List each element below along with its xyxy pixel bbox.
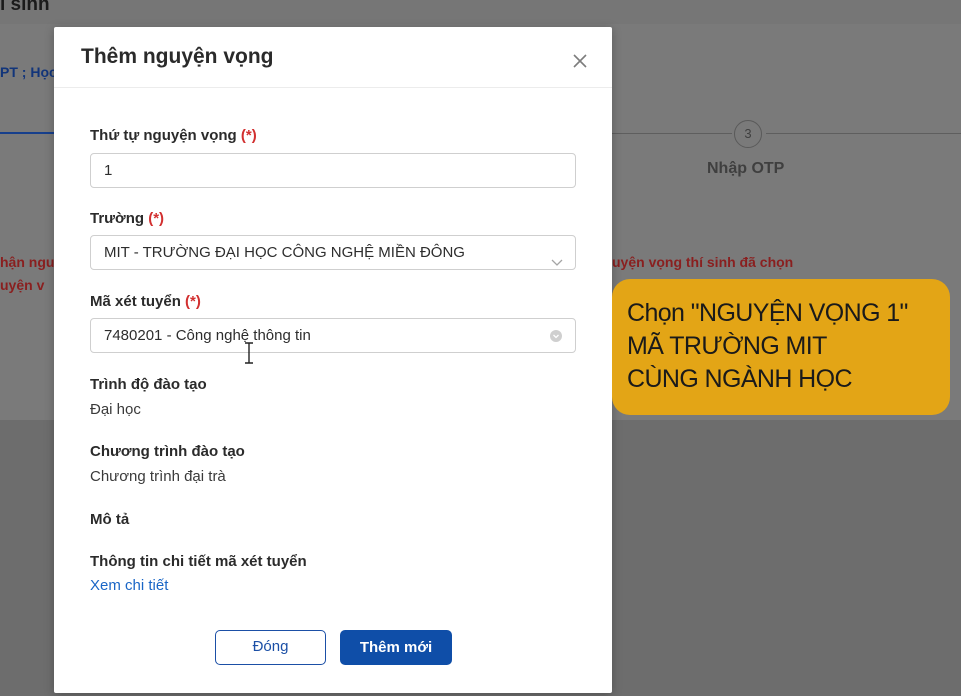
instruction-callout: Chọn "NGUYỆN VỌNG 1" MÃ TRƯỜNG MIT CÙNG … <box>612 279 950 415</box>
required-mark: (*) <box>185 293 201 310</box>
background-warning-text: uyện vọng thí sinh đã chọn <box>612 254 794 270</box>
background-warning-text: hận ngu <box>0 254 55 270</box>
admission-code-field-label: Mã xét tuyển (*) <box>90 293 201 310</box>
stepper-step-label: Nhập OTP <box>707 160 785 177</box>
required-mark: (*) <box>240 127 257 144</box>
add-preference-dialog: Thêm nguyện vọng Thứ tự nguyện vọng (*) … <box>54 27 612 693</box>
close-icon[interactable] <box>568 49 592 73</box>
program-label: Chương trình đào tạo <box>90 443 245 460</box>
training-level-value: Đại học <box>90 401 141 418</box>
view-details-link[interactable]: Xem chi tiết <box>90 577 168 594</box>
background-header <box>0 0 961 24</box>
required-mark: (*) <box>148 210 165 227</box>
background-breadcrumb: PT ; Học <box>0 64 57 80</box>
order-input[interactable]: 1 <box>90 153 576 188</box>
text-cursor-icon <box>244 342 254 369</box>
dialog-header: Thêm nguyện vọng <box>54 27 612 88</box>
order-field-label: Thứ tự nguyện vọng (*) <box>90 127 257 144</box>
school-label-text: Trường <box>90 210 145 227</box>
add-new-button[interactable]: Thêm mới <box>340 630 452 665</box>
admission-code-select[interactable]: 7480201 - Công nghệ thông tin <box>90 318 576 353</box>
background-warning-text: uyện v <box>0 277 45 293</box>
chevron-down-icon[interactable] <box>551 247 563 280</box>
callout-line: CÙNG NGÀNH HỌC <box>627 365 853 393</box>
admission-code-select-value: 7480201 - Công nghệ thông tin <box>104 327 311 344</box>
stepper-progress-line <box>0 132 56 134</box>
dialog-title: Thêm nguyện vọng <box>81 45 274 68</box>
school-field-label: Trường (*) <box>90 210 164 227</box>
dropdown-icon[interactable] <box>550 330 562 342</box>
admission-code-label-text: Mã xét tuyển <box>90 293 181 310</box>
stepper-step-number: 3 <box>734 120 762 148</box>
stepper-line <box>766 133 961 134</box>
stepper-line <box>612 133 732 134</box>
description-label: Mô tả <box>90 511 130 528</box>
program-value: Chương trình đại trà <box>90 468 226 485</box>
order-input-value: 1 <box>104 162 113 179</box>
callout-line: MÃ TRƯỜNG MIT <box>627 332 827 360</box>
order-label-text: Thứ tự nguyện vọng <box>90 127 237 144</box>
callout-line: Chọn "NGUYỆN VỌNG 1" <box>627 299 908 327</box>
details-label: Thông tin chi tiết mã xét tuyển <box>90 553 307 570</box>
close-button[interactable]: Đóng <box>215 630 326 665</box>
school-select-value: MIT - TRƯỜNG ĐẠI HỌC CÔNG NGHỆ MIỀN ĐÔNG <box>104 244 465 261</box>
background-page-title: ı sinh <box>0 0 50 15</box>
training-level-label: Trình độ đào tạo <box>90 376 207 393</box>
school-select[interactable]: MIT - TRƯỜNG ĐẠI HỌC CÔNG NGHỆ MIỀN ĐÔNG <box>90 235 576 270</box>
